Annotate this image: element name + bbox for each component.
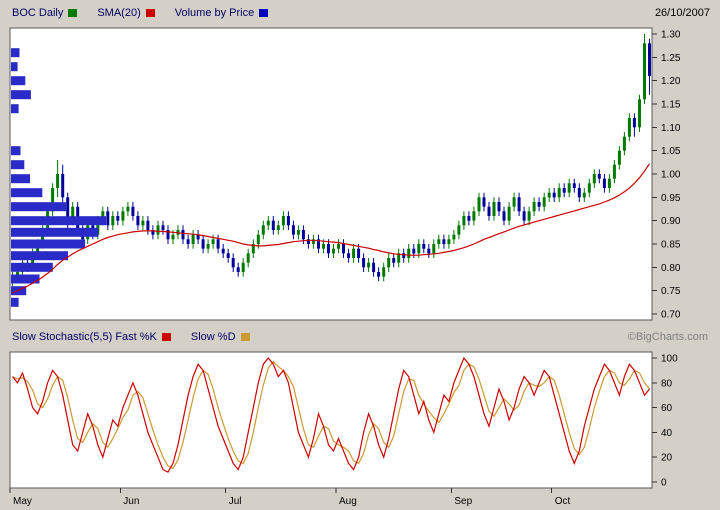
svg-text:Aug: Aug: [339, 496, 357, 507]
legend-item-volume-by-price: Volume by Price: [175, 7, 268, 19]
volume-by-price-label: Volume by Price: [175, 7, 254, 19]
svg-text:Jul: Jul: [229, 496, 242, 507]
main-chart-legend: BOC Daily SMA(20) Volume by Price 26/10/…: [0, 0, 720, 26]
fast-k-swatch-icon: [162, 333, 171, 341]
legend-item-symbol: BOC Daily: [12, 7, 77, 19]
svg-text:0.95: 0.95: [661, 193, 681, 204]
stochastic-legend: Slow Stochastic(5,5) Fast %K Slow %D ©Bi…: [0, 326, 720, 348]
volume-by-price-swatch-icon: [259, 9, 268, 17]
svg-text:0.90: 0.90: [661, 216, 681, 227]
svg-text:Sep: Sep: [454, 496, 472, 507]
svg-text:1.30: 1.30: [661, 30, 681, 41]
svg-text:1.25: 1.25: [661, 53, 681, 64]
legend-item-sma: SMA(20): [97, 7, 154, 19]
bigcharts-window: BOC Daily SMA(20) Volume by Price 26/10/…: [0, 0, 720, 510]
svg-text:20: 20: [661, 453, 673, 464]
legend-item-fast-k: Slow Stochastic(5,5) Fast %K: [12, 331, 171, 343]
candlestick-swatch-icon: [68, 9, 77, 17]
svg-text:40: 40: [661, 428, 673, 439]
symbol-label: BOC Daily: [12, 7, 63, 19]
svg-text:1.05: 1.05: [661, 146, 681, 157]
svg-text:0.80: 0.80: [661, 263, 681, 274]
svg-text:0.70: 0.70: [661, 310, 681, 321]
slow-d-label: Slow %D: [191, 331, 236, 343]
fast-k-label: Slow Stochastic(5,5) Fast %K: [12, 331, 157, 343]
svg-text:0.75: 0.75: [661, 286, 681, 297]
svg-text:0: 0: [661, 478, 667, 489]
svg-text:1.15: 1.15: [661, 100, 681, 111]
svg-text:Jun: Jun: [123, 496, 139, 507]
legend-item-slow-d: Slow %D: [191, 331, 250, 343]
slow-d-swatch-icon: [241, 333, 250, 341]
chart-date: 26/10/2007: [655, 7, 710, 19]
svg-text:May: May: [13, 496, 32, 507]
svg-text:100: 100: [661, 354, 678, 365]
svg-text:80: 80: [661, 378, 673, 389]
bigcharts-copyright: ©BigCharts.com: [628, 331, 708, 343]
svg-text:Oct: Oct: [555, 496, 571, 507]
svg-text:0.85: 0.85: [661, 240, 681, 251]
svg-text:60: 60: [661, 403, 673, 414]
stochastic-chart-svg: 100 80 60 40 20 0 May Jun Jul Aug Sep Oct: [0, 348, 720, 510]
sma-swatch-icon: [146, 9, 155, 17]
sma-label: SMA(20): [97, 7, 140, 19]
svg-text:1.10: 1.10: [661, 123, 681, 134]
price-chart-svg: 1.30 1.25 1.20 1.15 1.10 1.05 1.00 0.95 0.90 0.85…: [0, 26, 720, 326]
svg-text:1.00: 1.00: [661, 170, 681, 181]
svg-text:1.20: 1.20: [661, 76, 681, 87]
